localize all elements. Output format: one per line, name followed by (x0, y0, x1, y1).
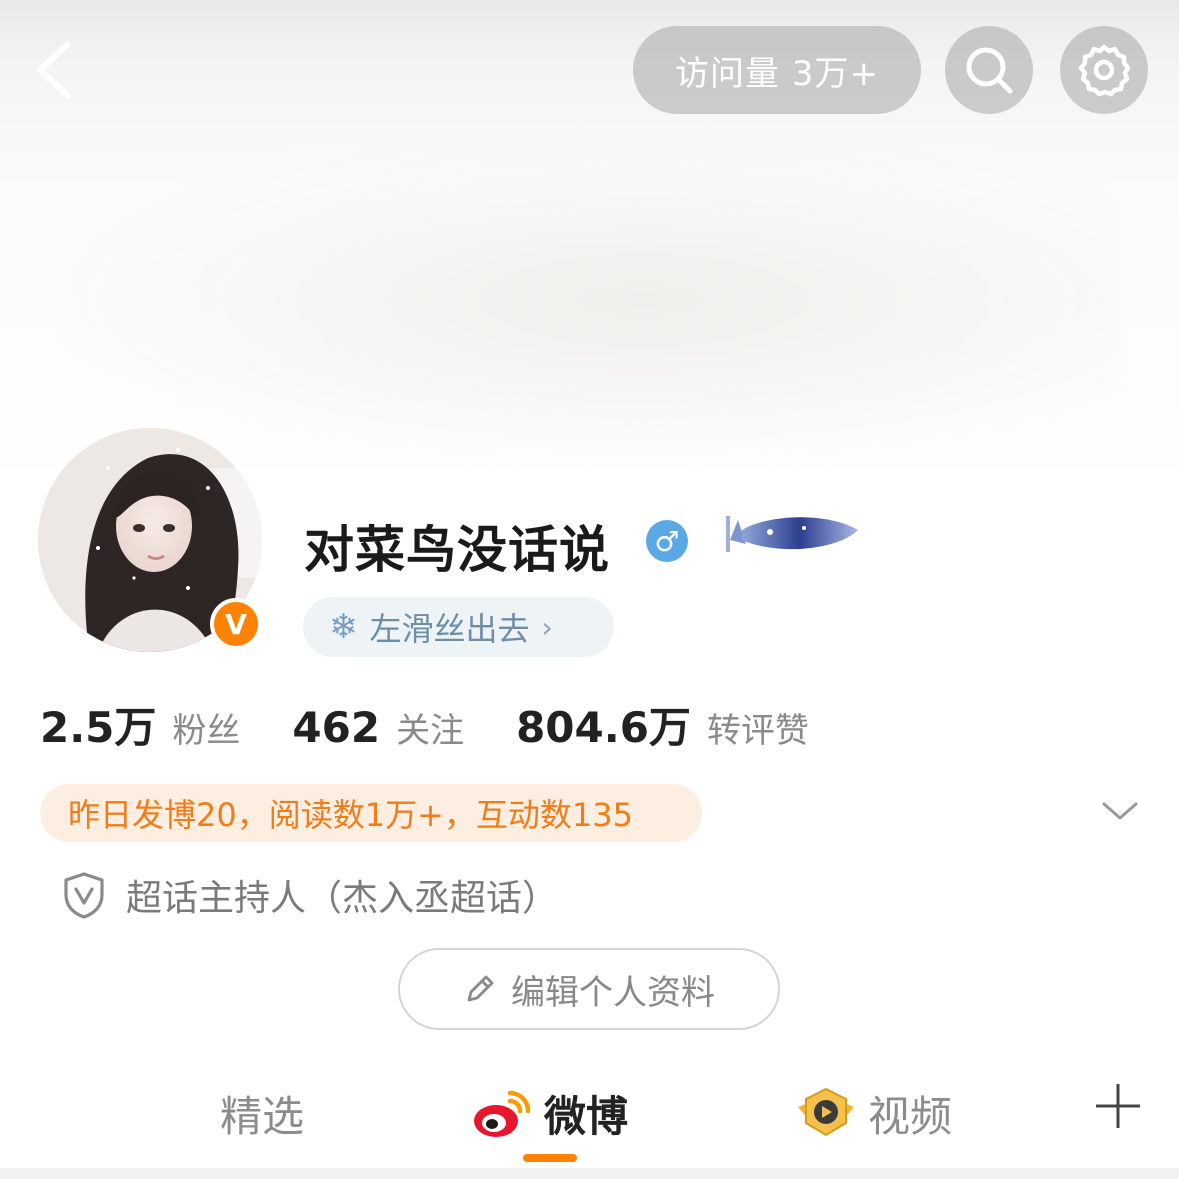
expand-button[interactable] (1100, 796, 1140, 826)
stat-followers[interactable]: 2.5万 粉丝 (40, 694, 240, 755)
pencil-icon (467, 975, 494, 1002)
chevron-left-icon (37, 41, 71, 99)
avatar[interactable]: V (38, 428, 268, 658)
follow-hint-pill[interactable]: ❄ 左滑丝出去 › (303, 597, 614, 657)
search-button[interactable] (945, 26, 1033, 114)
username: 对菜鸟没话说 (304, 521, 610, 579)
role-row[interactable]: 超话主持人（杰入丞超话） (62, 866, 558, 924)
stat-value: 2.5万 (40, 703, 157, 752)
tab-weibo[interactable]: 微博 (470, 1080, 628, 1146)
chevron-right-icon: › (541, 610, 553, 644)
plus-icon (1096, 1084, 1140, 1128)
add-tab-button[interactable] (1094, 1082, 1142, 1130)
weibo-logo-icon (474, 1090, 531, 1137)
stat-value: 804.6万 (516, 703, 691, 752)
video-badge-icon (798, 1087, 854, 1137)
shield-icon (64, 872, 104, 919)
snowflake-icon: ❄ (329, 607, 358, 647)
male-gender-icon: ♂ (646, 520, 688, 562)
edit-profile-label: 编辑个人资料 (511, 972, 715, 1013)
stat-interactions[interactable]: 804.6万 转评赞 (516, 694, 809, 755)
chevron-down-icon (1102, 802, 1138, 820)
divider (0, 1168, 1179, 1179)
tab-featured[interactable]: 精选 (220, 1080, 304, 1146)
tab-label: 精选 (220, 1091, 305, 1141)
visits-counter[interactable]: 访问量 3万+ (633, 26, 921, 114)
edit-profile-button[interactable]: 编辑个人资料 (398, 948, 780, 1030)
profile-tabs: 精选 微博 视频 (0, 1070, 1179, 1170)
gear-icon (1078, 44, 1131, 97)
cover-image (60, 140, 1120, 460)
stat-label: 粉丝 (172, 711, 241, 751)
profile-stats: 2.5万 粉丝 462 关注 804.6万 转评赞 (40, 694, 861, 752)
role-label: 超话主持人（杰入丞超话） (126, 878, 559, 919)
tab-video[interactable]: 视频 (794, 1080, 952, 1146)
verified-badge: V (210, 598, 262, 650)
stat-following[interactable]: 462 关注 (292, 703, 464, 752)
stat-label: 转评赞 (706, 711, 809, 751)
back-button[interactable] (30, 38, 86, 102)
daily-summary[interactable]: 昨日发博20，阅读数1万+，互动数135 (40, 784, 702, 842)
decoration-badge-icon[interactable] (708, 510, 868, 562)
stat-value: 462 (292, 703, 381, 752)
follow-hint-label: 左滑丝出去 (369, 610, 530, 648)
tab-label: 视频 (868, 1091, 953, 1141)
stat-label: 关注 (396, 711, 465, 751)
active-tab-indicator (523, 1154, 577, 1162)
tab-label: 微博 (544, 1091, 629, 1141)
settings-button[interactable] (1060, 26, 1148, 114)
search-icon (966, 47, 1013, 94)
